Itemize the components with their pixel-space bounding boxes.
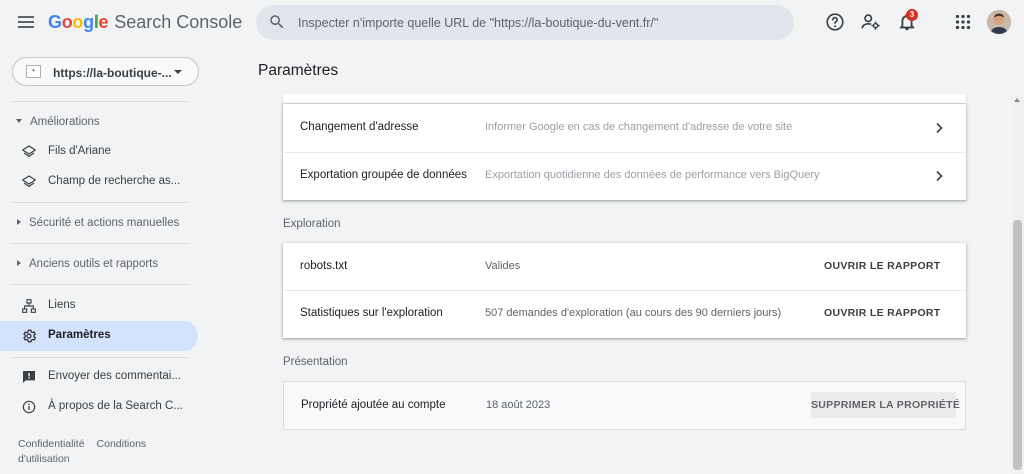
sitemap-links-icon	[22, 299, 36, 313]
sidebar-section-securite[interactable]: Sécurité et actions manuelles	[12, 217, 179, 229]
sidebar-item-fils-d-ariane[interactable]: Fils d'Ariane	[0, 137, 198, 167]
sidebar-divider	[12, 243, 188, 244]
settings-row-description: Valides	[485, 260, 521, 272]
product-name: Search Console	[114, 12, 243, 32]
top-app-bar: GoogleSearch Console 3	[0, 0, 1024, 46]
sidebar-section-anciens-outils[interactable]: Anciens outils et rapports	[12, 258, 158, 270]
section-heading-exploration: Exploration	[283, 218, 341, 230]
sidebar-item-label: Champ de recherche as...	[48, 175, 181, 187]
sidebar-item-champ-de-recherche[interactable]: Champ de recherche as...	[0, 167, 198, 197]
settings-row-robots-txt: robots.txt Valides OUVRIR LE RAPPORT	[283, 243, 966, 291]
sidebar-divider	[12, 101, 188, 102]
delete-property-button[interactable]: SUPPRIMER LA PROPRIÉTÉ	[811, 392, 960, 418]
logo-letter: e	[98, 12, 109, 32]
feedback-icon	[23, 371, 35, 383]
sidebar-item-parametres[interactable]: Paramètres	[0, 321, 198, 351]
settings-row-label: Statistiques sur l'exploration	[300, 307, 443, 319]
sidebar-divider	[12, 284, 188, 285]
property-added-date: 18 août 2023	[486, 399, 551, 411]
sidebar-section-label: Anciens outils et rapports	[29, 258, 159, 270]
sidebar-item-label: À propos de la Search C...	[48, 400, 183, 412]
logo-letter: G	[48, 12, 62, 32]
logo-letter: o	[61, 12, 73, 32]
sidebar-section-label: Sécurité et actions manuelles	[29, 217, 180, 229]
logo-letter: g	[83, 12, 94, 32]
avatar-photo-icon	[987, 10, 1011, 34]
settings-row-label: Changement d'adresse	[300, 121, 419, 133]
property-favicon: ✦	[26, 65, 41, 78]
layers-icon	[22, 145, 36, 157]
sidebar-item-a-propos[interactable]: À propos de la Search C...	[0, 392, 198, 422]
expand-arrow-icon	[17, 219, 21, 226]
settings-row-description: Exportation quotidienne des données de p…	[485, 169, 820, 181]
chevron-right-icon	[936, 122, 943, 134]
settings-row-exportation-groupee[interactable]: Exportation groupée de données Exportati…	[283, 152, 966, 200]
settings-row-label: Propriété ajoutée au compte	[301, 399, 446, 411]
settings-row-description: Informer Google en cas de changement d'a…	[485, 121, 793, 133]
logo-letter: o	[72, 12, 84, 32]
main-menu-icon[interactable]	[17, 13, 37, 33]
apps-icon[interactable]	[952, 11, 974, 33]
sidebar-item-label: Fils d'Ariane	[48, 145, 111, 157]
sidebar-footer-links: Confidentialité Conditions d'utilisation	[18, 437, 198, 467]
scrollbar-thumb[interactable]	[1013, 220, 1022, 470]
settings-row-propriete-ajoutee: Propriété ajoutée au compte 18 août 2023…	[284, 382, 967, 430]
property-selector-label: https://la-boutique-...	[53, 66, 172, 80]
url-inspection-search[interactable]	[256, 5, 794, 40]
info-icon	[22, 400, 36, 414]
presentation-card: Propriété ajoutée au compte 18 août 2023…	[283, 381, 966, 430]
collapse-arrow-icon	[16, 119, 22, 124]
url-inspection-input[interactable]	[298, 5, 778, 40]
sidebar-divider	[12, 357, 188, 358]
main-scrollbar[interactable]	[1011, 94, 1024, 474]
chevron-down-icon	[174, 70, 182, 74]
search-console-logo[interactable]: Google Search Console	[48, 12, 242, 33]
sidebar-section-ameliorations[interactable]: Améliorations	[12, 116, 100, 128]
expand-arrow-icon	[17, 260, 21, 267]
search-icon	[270, 15, 284, 29]
chevron-right-icon	[936, 170, 943, 182]
gear-icon	[23, 329, 36, 343]
card-top-edge	[283, 94, 966, 103]
account-avatar[interactable]	[987, 10, 1011, 34]
help-icon[interactable]	[824, 11, 846, 33]
open-report-button[interactable]: OUVRIR LE RAPPORT	[824, 260, 941, 272]
open-report-button[interactable]: OUVRIR LE RAPPORT	[824, 307, 941, 319]
sidebar-divider	[12, 202, 188, 203]
settings-row-statistiques-exploration: Statistiques sur l'exploration 507 deman…	[283, 290, 966, 338]
sidebar-item-envoyer-commentaires[interactable]: Envoyer des commentai...	[0, 362, 198, 392]
sidebar-item-label: Paramètres	[48, 329, 111, 341]
exploration-card: robots.txt Valides OUVRIR LE RAPPORT Sta…	[283, 243, 966, 338]
manage-users-icon[interactable]	[860, 11, 882, 33]
scroll-up-arrow-icon[interactable]	[1014, 98, 1020, 102]
property-selector[interactable]: ✦ https://la-boutique-...	[12, 57, 199, 86]
general-settings-card: Changement d'adresse Informer Google en …	[283, 104, 966, 200]
section-heading-presentation: Présentation	[283, 356, 348, 368]
settings-row-label: robots.txt	[300, 260, 348, 272]
settings-row-description: 507 demandes d'exploration (au cours des…	[485, 307, 782, 319]
google-wordmark: Google	[48, 12, 109, 32]
settings-row-label: Exportation groupée de données	[300, 169, 467, 181]
layers-icon	[22, 175, 36, 187]
page-title: Paramètres	[258, 62, 339, 79]
settings-row-changement-adresse[interactable]: Changement d'adresse Informer Google en …	[283, 104, 966, 152]
notification-count-badge: 3	[906, 9, 918, 21]
sidebar-item-liens[interactable]: Liens	[0, 291, 198, 321]
sidebar-section-label: Améliorations	[30, 116, 100, 128]
sidebar-item-label: Envoyer des commentai...	[48, 370, 181, 382]
sidebar-item-label: Liens	[48, 299, 76, 311]
privacy-link[interactable]: Confidentialité	[18, 438, 85, 450]
